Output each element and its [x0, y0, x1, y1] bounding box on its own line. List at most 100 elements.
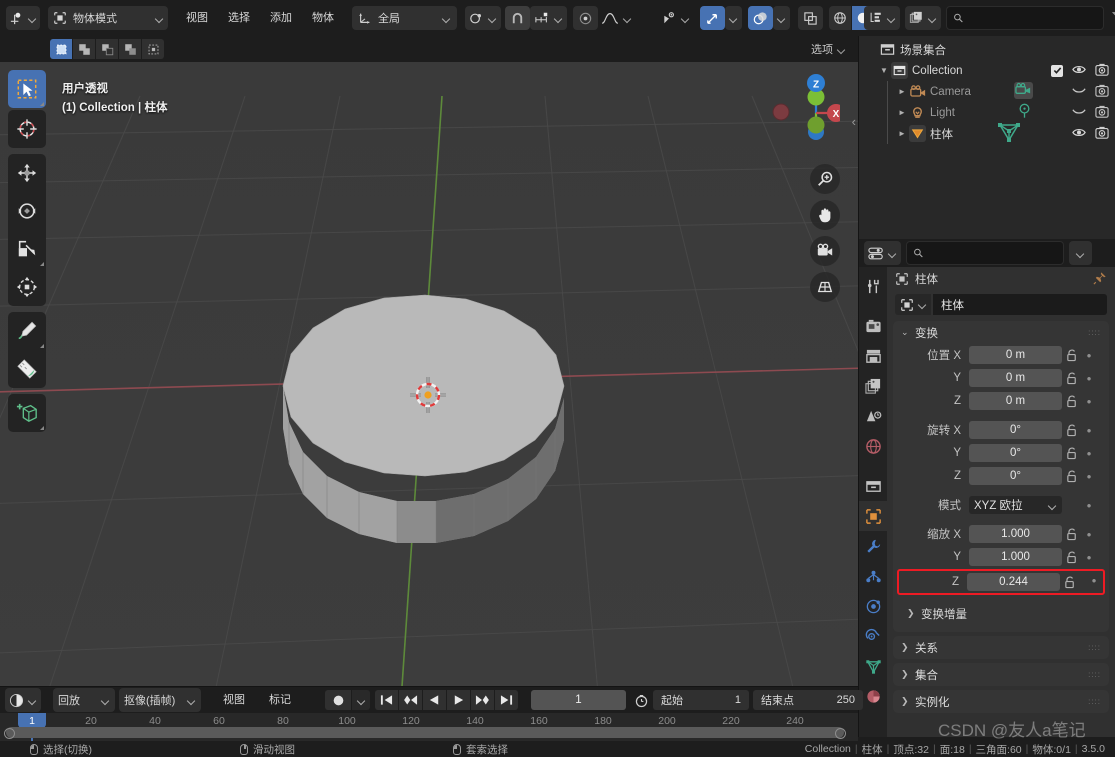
- timeline-menu-view[interactable]: 视图: [213, 689, 255, 711]
- panel-grip-icon[interactable]: ::::: [1088, 643, 1101, 652]
- eye-closed-icon[interactable]: [1072, 107, 1086, 119]
- pan-button[interactable]: [810, 200, 840, 230]
- scale-z-field[interactable]: 0.244: [967, 573, 1060, 591]
- animate-rotation-y-icon[interactable]: •: [1082, 446, 1096, 461]
- mode-selector[interactable]: 物体模式: [48, 6, 168, 30]
- properties-editor-type[interactable]: [864, 241, 901, 265]
- overlays-toggle[interactable]: [748, 6, 773, 30]
- animate-rotation-x-icon[interactable]: •: [1082, 423, 1096, 438]
- properties-editor[interactable]: 柱体 柱体 ⌄ 变换:::: 位置 X 0 m • Y 0 m • Z 0 m…: [858, 239, 1115, 737]
- auto-keying-toggle[interactable]: [325, 690, 351, 710]
- animate-location-z-icon[interactable]: •: [1082, 394, 1096, 409]
- transform-orientation-selector[interactable]: 全局: [352, 6, 457, 30]
- toggle-perspective-button[interactable]: [810, 272, 840, 302]
- tab-tool[interactable]: [859, 271, 887, 301]
- eye-closed-icon[interactable]: [1072, 86, 1086, 98]
- animate-scale-x-icon[interactable]: •: [1082, 527, 1096, 542]
- tab-object-data[interactable]: [859, 651, 887, 681]
- outliner-row-cylinder[interactable]: ► 柱体: [859, 123, 1115, 144]
- object-name-field[interactable]: 柱体: [933, 294, 1107, 315]
- lock-rotation-z-icon[interactable]: [1062, 470, 1082, 483]
- panel-grip-icon[interactable]: ::::: [1088, 697, 1101, 706]
- sidebar-toggle-arrow[interactable]: ‹: [852, 114, 856, 129]
- tab-scene[interactable]: [859, 401, 887, 431]
- scale-x-field[interactable]: 1.000: [969, 525, 1062, 543]
- timeline-scrollbar[interactable]: [4, 727, 846, 739]
- gizmo-options[interactable]: [725, 6, 742, 30]
- tool-add-cube[interactable]: [8, 394, 46, 432]
- next-keyframe-button[interactable]: [471, 690, 494, 710]
- select-mode-intersect[interactable]: [142, 39, 164, 59]
- menu-object[interactable]: 物体: [302, 7, 344, 29]
- select-mode-invert[interactable]: [119, 39, 141, 59]
- rotation-y-field[interactable]: 0°: [969, 444, 1062, 462]
- tool-rotate[interactable]: [8, 192, 46, 230]
- location-z-field[interactable]: 0 m: [969, 392, 1062, 410]
- disclosure-triangle-icon[interactable]: ►: [895, 108, 909, 117]
- animate-scale-y-icon[interactable]: •: [1082, 550, 1096, 565]
- lock-scale-y-icon[interactable]: [1062, 551, 1082, 564]
- camera-render-icon[interactable]: [1095, 126, 1109, 142]
- delta-transform-subpanel[interactable]: ❯ 变换增量: [901, 603, 1101, 624]
- object-id-type-button[interactable]: [895, 294, 931, 315]
- animate-location-x-icon[interactable]: •: [1082, 348, 1096, 363]
- camera-render-icon[interactable]: [1095, 63, 1109, 79]
- light-data-icon[interactable]: [1016, 103, 1033, 122]
- tool-annotate[interactable]: [8, 312, 46, 350]
- playhead-handle[interactable]: 1: [18, 713, 46, 728]
- scale-y-field[interactable]: 1.000: [969, 548, 1062, 566]
- outliner-row-light[interactable]: ► Light: [859, 102, 1115, 123]
- animate-rotation-mode-icon[interactable]: •: [1082, 498, 1096, 513]
- current-frame-field[interactable]: 1: [531, 690, 626, 710]
- auto-keying-options[interactable]: [352, 690, 370, 710]
- camera-data-icon[interactable]: [1014, 81, 1033, 102]
- disclosure-triangle-icon[interactable]: ►: [895, 129, 909, 138]
- mesh-data-icon[interactable]: [997, 121, 1021, 146]
- timeline-menu-marker[interactable]: 标记: [259, 689, 301, 711]
- menu-select[interactable]: 选择: [218, 7, 260, 29]
- collections-panel-header[interactable]: ❯ 集合 ::::: [893, 663, 1109, 686]
- proportional-edit-toggle[interactable]: [573, 6, 598, 30]
- tab-view-layer[interactable]: [859, 371, 887, 401]
- properties-search[interactable]: [906, 241, 1064, 265]
- play-button[interactable]: [447, 690, 470, 710]
- play-reverse-button[interactable]: [423, 690, 446, 710]
- disclosure-triangle-icon[interactable]: ▼: [877, 66, 891, 75]
- outliner-filter-id-type[interactable]: [905, 6, 941, 30]
- outliner-row-camera[interactable]: ► Camera: [859, 81, 1115, 102]
- tab-object[interactable]: [859, 501, 887, 531]
- outliner-search[interactable]: [946, 6, 1104, 30]
- tool-cursor[interactable]: [8, 110, 46, 148]
- tool-tweak-select[interactable]: [8, 70, 46, 108]
- tool-measure[interactable]: [8, 350, 46, 388]
- select-mode-subtract[interactable]: [96, 39, 118, 59]
- location-x-field[interactable]: 0 m: [969, 346, 1062, 364]
- playback-menu[interactable]: 回放: [53, 688, 115, 712]
- outliner-search-input[interactable]: [968, 12, 1097, 24]
- visibility-selector[interactable]: [657, 6, 694, 30]
- timeline-strip[interactable]: 20 40 60 80 100 120 140 160 180 200 220 …: [0, 713, 858, 741]
- timeline-editor[interactable]: 回放 抠像(插帧) 视图 标记 1 起始 1 结束点 250 20 40 60 …: [0, 686, 863, 741]
- snap-options[interactable]: [530, 6, 567, 30]
- properties-search-input[interactable]: [928, 247, 1057, 259]
- snap-target-selector[interactable]: [465, 6, 501, 30]
- select-mode-set[interactable]: [50, 39, 72, 59]
- outliner-editor[interactable]: 场景集合 ▼ Collection ► Camera ► Light ► 柱体: [858, 36, 1115, 239]
- outliner-row-collection[interactable]: ▼ Collection: [859, 60, 1115, 81]
- tool-move[interactable]: [8, 154, 46, 192]
- clock-icon[interactable]: [634, 693, 649, 708]
- lock-location-x-icon[interactable]: [1062, 349, 1082, 362]
- tab-world[interactable]: [859, 431, 887, 461]
- jump-to-end-button[interactable]: [495, 690, 518, 710]
- tab-material[interactable]: [859, 681, 887, 711]
- jump-to-start-button[interactable]: [375, 690, 398, 710]
- animate-location-y-icon[interactable]: •: [1082, 371, 1096, 386]
- tab-constraints[interactable]: [859, 621, 887, 651]
- tab-collection[interactable]: [859, 471, 887, 501]
- tab-particles[interactable]: [859, 561, 887, 591]
- camera-render-icon[interactable]: [1095, 105, 1109, 121]
- tool-scale[interactable]: [8, 230, 46, 268]
- transform-panel-header[interactable]: ⌄ 变换 ::::: [893, 321, 1109, 344]
- rotation-mode-dropdown[interactable]: XYZ 欧拉: [969, 496, 1062, 514]
- editor-type-selector[interactable]: [6, 6, 40, 30]
